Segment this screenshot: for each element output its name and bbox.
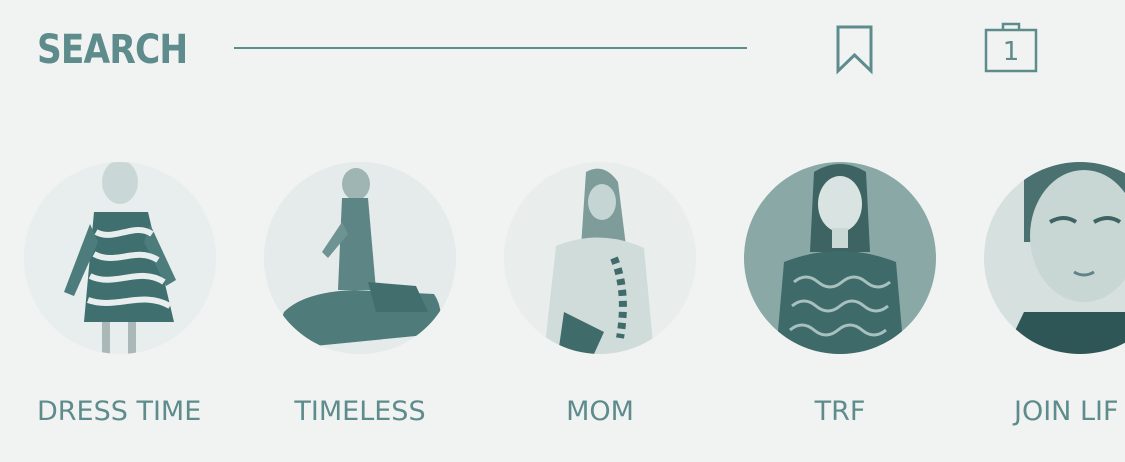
search-screen: SEARCH 1 DRESS TIME TIMELESS MOM TRF JOI… <box>0 0 1125 462</box>
collection-label: TRF <box>814 396 866 427</box>
collection-thumbnail <box>984 162 1125 354</box>
collection-item-trf[interactable]: TRF <box>720 162 960 442</box>
collection-item-mom[interactable]: MOM <box>480 162 720 442</box>
collection-item-dress-time[interactable]: DRESS TIME <box>0 162 240 442</box>
model-photo-trf <box>744 162 936 354</box>
model-photo-join-life <box>984 162 1125 354</box>
collection-item-join-life[interactable]: JOIN LIF <box>960 162 1125 442</box>
shopping-bag-button[interactable]: 1 <box>983 20 1039 74</box>
bookmark-icon[interactable] <box>836 25 874 75</box>
collection-item-timeless[interactable]: TIMELESS <box>240 162 480 442</box>
collection-thumbnail <box>504 162 696 354</box>
collection-label: MOM <box>566 396 634 427</box>
model-photo-timeless <box>264 162 456 354</box>
collection-label: JOIN LIF <box>1014 396 1119 427</box>
collection-label: TIMELESS <box>294 396 426 427</box>
collection-thumbnail <box>24 162 216 354</box>
collections-carousel[interactable]: DRESS TIME TIMELESS MOM TRF JOIN LIF <box>0 162 1125 442</box>
model-photo-mom <box>504 162 696 354</box>
model-photo-dress-time <box>24 162 216 354</box>
search-input-underline[interactable] <box>234 47 747 49</box>
collection-thumbnail <box>744 162 936 354</box>
collection-thumbnail <box>264 162 456 354</box>
search-title[interactable]: SEARCH <box>37 26 188 74</box>
bag-count-badge: 1 <box>1002 37 1020 67</box>
